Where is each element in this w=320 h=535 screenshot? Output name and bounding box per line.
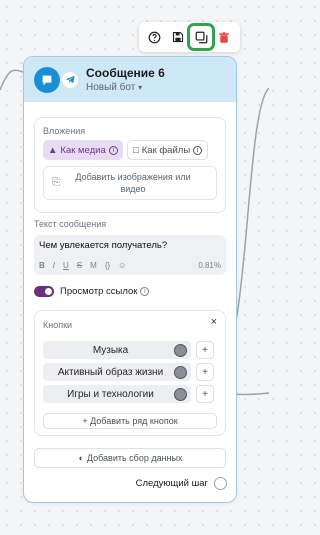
save-button[interactable] [167, 26, 189, 48]
add-button-in-row[interactable]: + [196, 385, 214, 403]
buttons-label: Кнопки [43, 320, 73, 330]
attachments-section: Вложения ▲ Как медиа i □ Как файлы i ⎘ Д… [34, 117, 226, 213]
as-media-chip[interactable]: ▲ Как медиа i [43, 140, 123, 160]
message-label: Текст сообщения [34, 219, 107, 229]
help-button[interactable] [144, 26, 166, 48]
format-toolbar: B I U S M {} ☺ 0.81% [39, 261, 221, 270]
as-media-label: Как медиа [60, 144, 106, 156]
bold-button[interactable]: B [39, 261, 45, 270]
keyboard-button[interactable]: Музыка [43, 341, 191, 359]
as-files-label: Как файлы [141, 144, 191, 156]
italic-button[interactable]: I [53, 261, 55, 270]
attachments-label: Вложения [43, 126, 86, 136]
message-editor[interactable]: Чем увлекается получатель? B I U S M {} … [34, 235, 226, 275]
trash-icon [219, 31, 230, 43]
add-media-label: Добавить изображения или видео [75, 172, 191, 194]
monospace-button[interactable]: M [90, 261, 97, 270]
buttons-section: Кнопки × Музыка + Активный образ жизни +… [34, 310, 226, 436]
info-icon: i [108, 145, 118, 155]
underline-button[interactable]: U [63, 261, 69, 270]
info-icon: i [140, 287, 150, 296]
duplicate-icon [195, 31, 208, 43]
message-text[interactable]: Чем увлекается получатель? [39, 240, 221, 251]
image-icon: ▲ [48, 144, 58, 156]
next-step-connector[interactable] [214, 477, 227, 490]
keyboard-button-label: Музыка [92, 344, 129, 356]
link-preview-toggle[interactable] [34, 286, 54, 297]
node-toolbar [139, 22, 240, 52]
file-icon: □ [133, 144, 139, 156]
add-data-label: Добавить сбор данных [86, 453, 183, 463]
bot-name: Новый бот [86, 82, 136, 93]
keyboard-button[interactable]: Игры и технологии [43, 385, 191, 403]
add-button-in-row[interactable]: + [196, 341, 214, 359]
link-preview-row: Просмотр ссылок i [60, 286, 150, 297]
paperclip-icon: ⎘ [52, 177, 60, 188]
as-files-chip[interactable]: □ Как файлы i [127, 140, 209, 160]
telegram-icon [62, 71, 78, 88]
node-title: Сообщение 6 [86, 66, 165, 80]
keyboard-button[interactable]: Активный образ жизни [43, 363, 191, 381]
button-connector[interactable] [174, 343, 187, 357]
link-preview-label: Просмотр ссылок [60, 286, 138, 297]
next-step-label: Следующий шаг [135, 478, 208, 489]
length-percent: 0.81% [198, 261, 221, 270]
add-button-in-row[interactable]: + [196, 363, 214, 381]
delete-button[interactable] [213, 26, 235, 48]
emoji-button[interactable]: ☺ [118, 261, 126, 270]
message-bubble-icon [34, 66, 60, 93]
add-media-button[interactable]: ⎘ Добавить изображения или видео [43, 166, 217, 200]
info-icon: i [193, 145, 203, 155]
keyboard-button-label: Игры и технологии [67, 388, 154, 400]
code-button[interactable]: {} [105, 261, 110, 270]
add-data-collection-button[interactable]: ◖ Добавить сбор данных [34, 448, 226, 468]
close-icon[interactable]: × [211, 316, 217, 328]
add-button-row[interactable]: + Добавить ряд кнопок [43, 413, 217, 429]
keyboard-button-label: Активный образ жизни [57, 366, 164, 378]
strikethrough-button[interactable]: S [77, 261, 82, 270]
next-step-row: Следующий шаг [136, 477, 227, 490]
node-header[interactable]: Сообщение 6 Новый бот ▾ [24, 57, 236, 102]
help-circle-icon [148, 31, 161, 43]
message-node[interactable]: Сообщение 6 Новый бот ▾ Вложения ▲ Как м… [23, 56, 237, 503]
save-icon [172, 31, 183, 43]
bot-selector[interactable]: Новый бот ▾ [86, 82, 165, 93]
button-connector[interactable] [174, 365, 187, 379]
chevron-down-icon: ▾ [138, 83, 143, 92]
button-connector[interactable] [174, 387, 187, 401]
duplicate-button[interactable] [187, 23, 216, 51]
data-collection-icon: ◖ [77, 453, 83, 463]
